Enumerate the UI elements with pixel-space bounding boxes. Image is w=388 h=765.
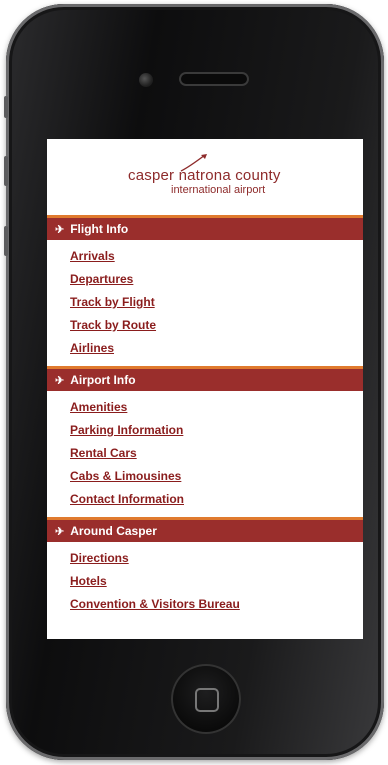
airplane-icon: ✈: [55, 374, 65, 387]
airport-logo[interactable]: casper natrona county international airp…: [47, 139, 363, 215]
section-header-flight-info[interactable]: ✈ Flight Info: [47, 215, 363, 240]
link-hotels[interactable]: Hotels: [70, 574, 363, 589]
link-contact-information[interactable]: Contact Information: [70, 492, 363, 507]
earpiece-speaker: [179, 72, 249, 86]
logo-line1: casper natrona county: [128, 167, 281, 184]
section-title: Flight Info: [70, 222, 129, 236]
mute-switch: [4, 96, 8, 118]
link-directions[interactable]: Directions: [70, 551, 363, 566]
link-rental-cars[interactable]: Rental Cars: [70, 446, 363, 461]
section-links-flight-info: Arrivals Departures Track by Flight Trac…: [47, 240, 363, 366]
link-track-by-flight[interactable]: Track by Flight: [70, 295, 363, 310]
airplane-icon: ✈: [55, 525, 65, 538]
link-airlines[interactable]: Airlines: [70, 341, 363, 356]
home-button[interactable]: [171, 664, 241, 734]
front-camera-icon: [139, 73, 153, 87]
home-square-icon: [195, 688, 219, 712]
mobile-screen: casper natrona county international airp…: [47, 139, 363, 639]
link-arrivals[interactable]: Arrivals: [70, 249, 363, 264]
volume-up-button: [4, 156, 8, 186]
section-header-around-casper[interactable]: ✈ Around Casper: [47, 517, 363, 542]
link-cabs-limousines[interactable]: Cabs & Limousines: [70, 469, 363, 484]
section-header-airport-info[interactable]: ✈ Airport Info: [47, 366, 363, 391]
volume-down-button: [4, 226, 8, 256]
link-departures[interactable]: Departures: [70, 272, 363, 287]
link-amenities[interactable]: Amenities: [70, 400, 363, 415]
link-parking-information[interactable]: Parking Information: [70, 423, 363, 438]
section-links-airport-info: Amenities Parking Information Rental Car…: [47, 391, 363, 517]
logo-line2: international airport: [171, 184, 266, 196]
link-convention-visitors-bureau[interactable]: Convention & Visitors Bureau: [70, 597, 363, 612]
airplane-icon: ✈: [55, 223, 65, 236]
link-track-by-route[interactable]: Track by Route: [70, 318, 363, 333]
section-title: Around Casper: [70, 524, 157, 538]
section-title: Airport Info: [70, 373, 136, 387]
section-links-around-casper: Directions Hotels Convention & Visitors …: [47, 542, 363, 622]
